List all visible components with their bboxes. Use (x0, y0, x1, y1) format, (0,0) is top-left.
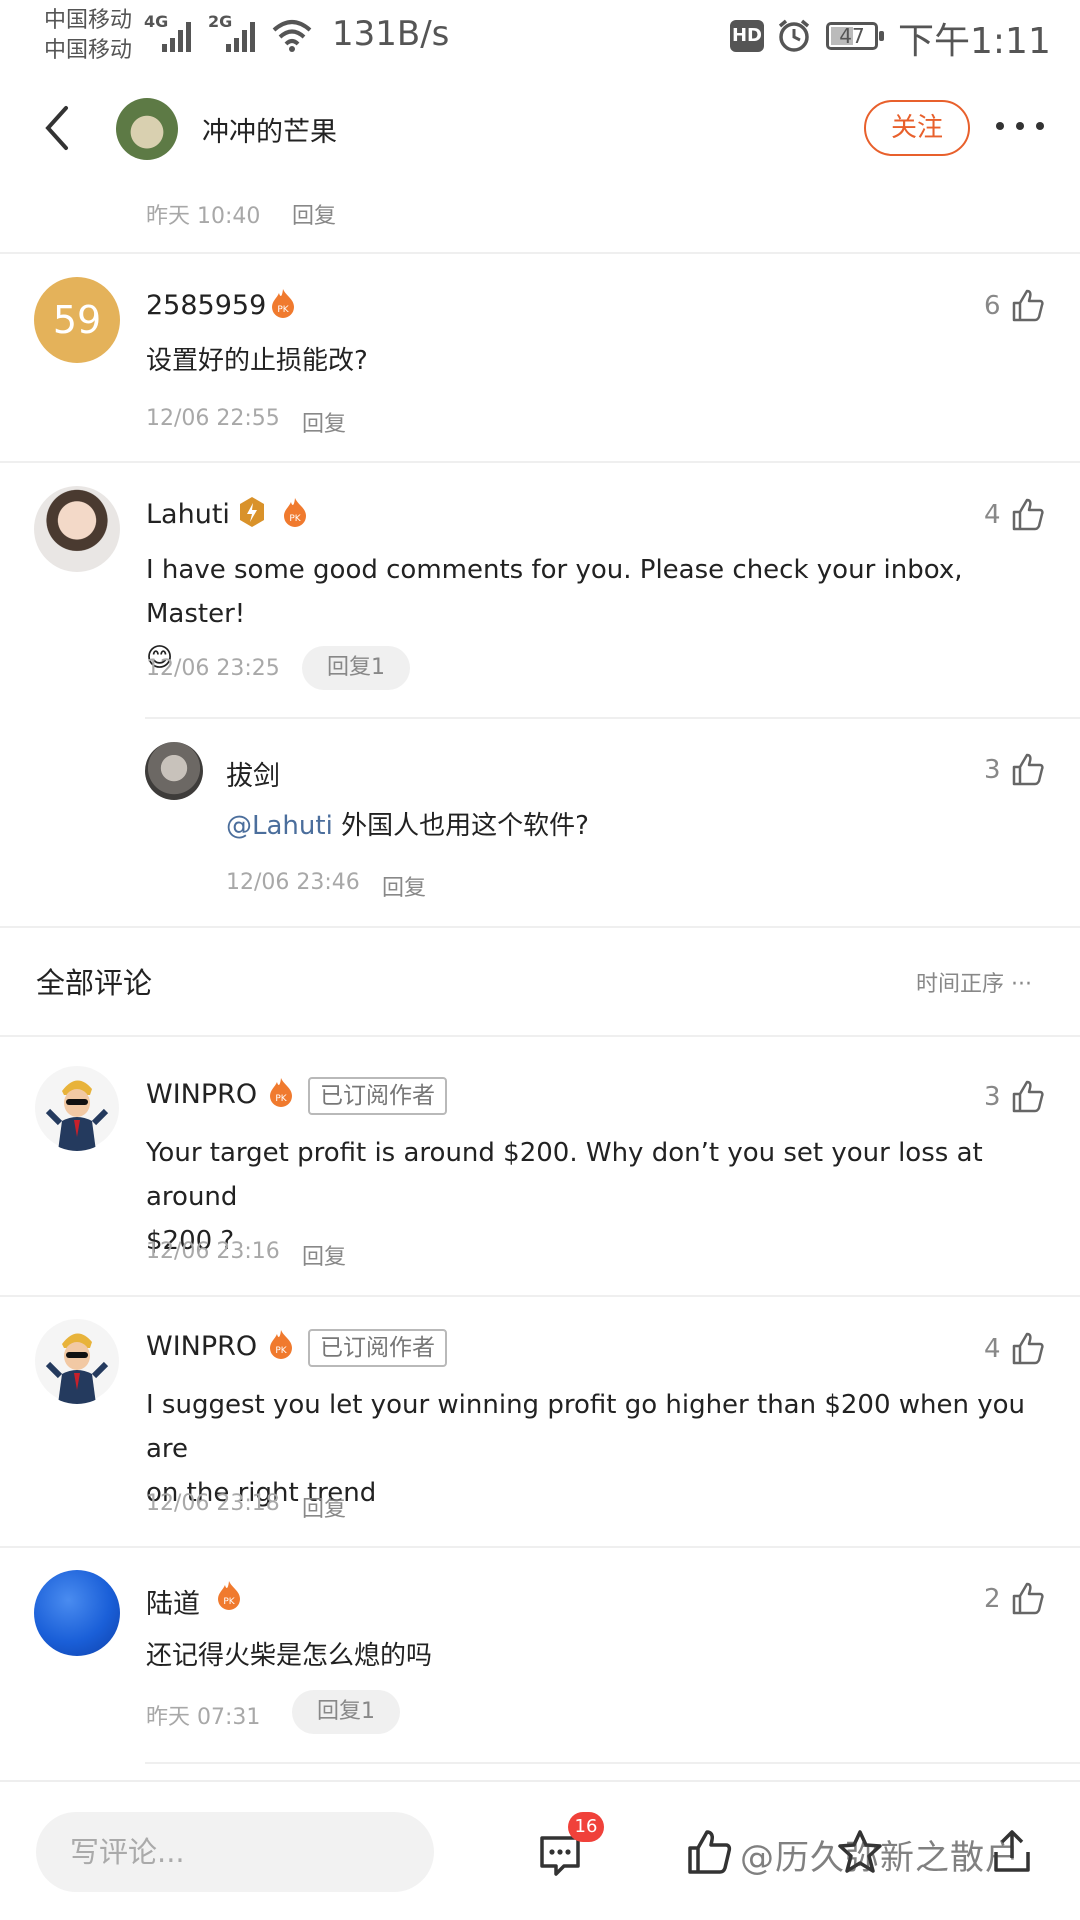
pk-fire-icon: PK (270, 1078, 292, 1107)
comment-text: 还记得火柴是怎么熄的吗 (146, 1641, 433, 1671)
comment-text: I suggest you let your winning profit go… (146, 1383, 1046, 1515)
comment-count-badge: 16 (568, 1812, 604, 1842)
comment-time: 12/06 22:55 (146, 406, 280, 431)
comment-time: 昨天 07:31 (146, 1705, 261, 1730)
divider (0, 1295, 1080, 1297)
reply-count-button[interactable]: 回复1 (302, 646, 410, 690)
like-count: 4 (984, 500, 1001, 530)
comment-time: 昨天 10:40 (146, 204, 261, 229)
alarm-icon (778, 19, 810, 52)
divider (0, 1546, 1080, 1548)
battery-level: 47 (839, 24, 865, 48)
pk-fire-icon: PK (218, 1581, 240, 1610)
bottom-action-bar: 写评论... 16 @历久弥新之散户 (0, 1780, 1080, 1920)
reply-text-body: 外国人也用这个软件? (341, 811, 589, 841)
reply-username[interactable]: 拔剑 (226, 754, 280, 793)
follow-button[interactable]: 关注 (864, 100, 970, 156)
wifi-icon (272, 20, 312, 52)
pk-fire-icon: PK (284, 498, 306, 527)
svg-text:PK: PK (289, 514, 301, 524)
comment-time: 12/06 23:18 (146, 1491, 280, 1516)
divider (0, 461, 1080, 463)
winpro-avatar-icon (35, 1066, 119, 1151)
svg-text:PK: PK (275, 1094, 287, 1104)
reply-time: 12/06 23:46 (226, 870, 360, 895)
avatar[interactable] (34, 1065, 120, 1151)
reply-button[interactable]: 回复 (302, 1491, 346, 1523)
svg-text:PK: PK (223, 1597, 235, 1607)
like-count: 3 (984, 1082, 1001, 1112)
comment-username[interactable]: WINPRO (146, 1331, 257, 1362)
avatar[interactable] (34, 486, 120, 572)
carrier-1: 中国移动 (44, 8, 133, 33)
sort-order-button[interactable]: 时间正序 ··· (916, 966, 1032, 998)
svg-text:PK: PK (277, 305, 289, 315)
comment-text: Your target profit is around $200. Why d… (146, 1131, 1046, 1263)
verified-badge-icon (240, 497, 264, 527)
thumb-up-icon[interactable] (1010, 1078, 1046, 1114)
reply-button[interactable]: 回复 (292, 198, 336, 230)
carrier-labels: 中国移动 中国移动 (44, 6, 132, 66)
comment-time: 12/06 23:16 (146, 1239, 280, 1264)
like-count: 2 (984, 1584, 1001, 1614)
thumb-up-icon[interactable] (1010, 1330, 1046, 1366)
comment-text: 设置好的止损能改? (146, 346, 368, 376)
reply-button[interactable]: 回复 (302, 1239, 346, 1271)
comment-username[interactable]: 2585959 (146, 290, 266, 321)
reply-button[interactable]: 回复 (382, 870, 426, 902)
more-icon[interactable] (992, 116, 1048, 136)
reply-button[interactable]: 回复 (302, 406, 346, 438)
hd-icon: HD (730, 20, 764, 52)
comment-username[interactable]: Lahuti (146, 499, 230, 530)
like-count: 6 (984, 291, 1001, 321)
battery-icon: 47 (826, 22, 884, 50)
comment-text-line1: Your target profit is around $200. Why d… (146, 1138, 983, 1212)
subscriber-tag: 已订阅作者 (308, 1329, 447, 1367)
post-header: 冲冲的芒果 关注 (0, 76, 1080, 180)
comment-username[interactable]: WINPRO (146, 1079, 257, 1110)
subscriber-tag: 已订阅作者 (308, 1077, 447, 1115)
carrier-2: 中国移动 (44, 38, 133, 63)
divider (0, 252, 1080, 254)
comment-input[interactable]: 写评论... (36, 1812, 434, 1892)
back-icon[interactable] (36, 102, 80, 154)
avatar[interactable] (34, 1318, 120, 1404)
avatar[interactable] (145, 742, 203, 800)
status-bar: 中国移动 中国移动 4G 2G 131B/s HD 47 下午1:11 (0, 0, 1080, 76)
winpro-avatar-icon (35, 1319, 119, 1404)
sort-more-icon: ··· (1011, 972, 1032, 997)
like-count: 4 (984, 1334, 1001, 1364)
reply-count-button[interactable]: 回复1 (292, 1690, 400, 1734)
all-comments-title: 全部评论 (36, 966, 153, 1000)
pk-fire-icon: PK (270, 1330, 292, 1359)
comment-time: 12/06 23:25 (146, 656, 280, 681)
divider (0, 1035, 1080, 1037)
avatar[interactable]: 59 (34, 277, 120, 363)
like-count: 3 (984, 755, 1001, 785)
author-name[interactable]: 冲冲的芒果 (202, 110, 337, 149)
comment-text-body: I have some good comments for you. Pleas… (146, 555, 963, 629)
comment-username[interactable]: 陆道 (146, 1582, 200, 1621)
author-avatar[interactable] (116, 98, 178, 160)
reply-text: @Lahuti 外国人也用这个软件? (226, 804, 589, 848)
comment-text: I have some good comments for you. Pleas… (146, 548, 1046, 680)
mention-link[interactable]: @Lahuti (226, 811, 333, 841)
thumb-up-icon[interactable] (1010, 751, 1046, 787)
network-speed: 131B/s (332, 14, 450, 54)
avatar[interactable] (34, 1570, 120, 1656)
divider (0, 926, 1080, 928)
divider (145, 717, 1080, 719)
sort-label: 时间正序 (916, 972, 1005, 997)
status-time: 下午1:11 (898, 21, 1051, 62)
thumb-up-icon[interactable] (1010, 287, 1046, 323)
watermark: @历久弥新之散户 (740, 1838, 1020, 1878)
thumb-up-icon[interactable] (1010, 496, 1046, 532)
svg-text:PK: PK (275, 1346, 287, 1356)
divider (145, 1762, 1080, 1764)
like-icon[interactable] (686, 1828, 734, 1876)
pk-fire-icon: PK (272, 289, 294, 318)
comment-text-line1: I suggest you let your winning profit go… (146, 1390, 1026, 1464)
thumb-up-icon[interactable] (1010, 1580, 1046, 1616)
